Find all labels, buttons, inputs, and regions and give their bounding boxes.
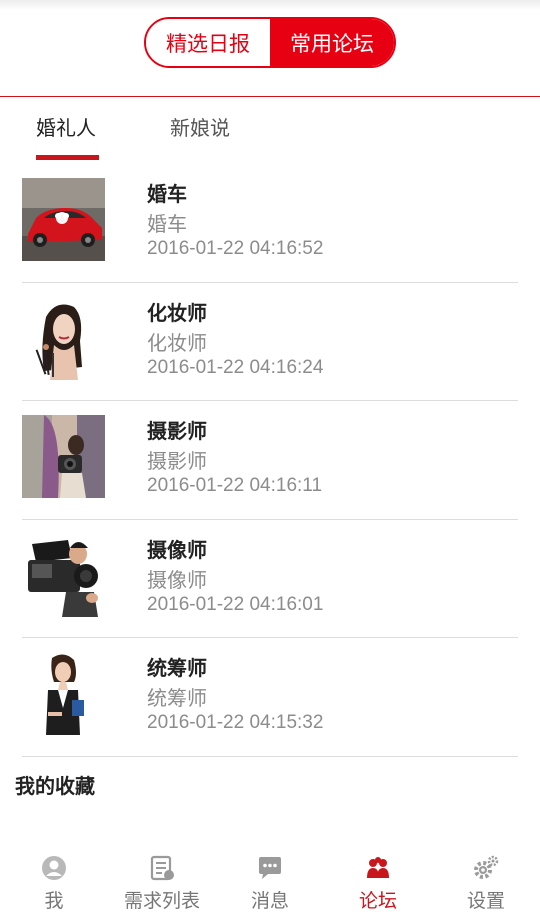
coordinator-thumbnail (22, 652, 105, 735)
nav-label-requirements: 需求列表 (123, 890, 200, 912)
item-title: 摄影师 (147, 419, 207, 443)
user-icon (42, 856, 66, 880)
bottom-nav: 我 需求列表 消息 论坛 设置 (0, 846, 540, 924)
item-subtitle: 摄影师 (147, 449, 207, 473)
nav-label-me: 我 (44, 890, 64, 912)
photographer-thumbnail (22, 415, 105, 498)
item-subtitle: 婚车 (147, 212, 187, 236)
tab-bride-says[interactable]: 新娘说 (170, 112, 230, 141)
segmented-control: 精选日报 常用论坛 (144, 17, 396, 68)
forum-icon (367, 857, 389, 878)
item-timestamp: 2016-01-22 04:15:32 (147, 712, 324, 733)
forum-list: 婚车 婚车 2016-01-22 04:16:52 化妆师 化妆师 2016-0… (0, 164, 540, 757)
item-timestamp: 2016-01-22 04:16:01 (147, 593, 324, 615)
item-timestamp: 2016-01-22 04:16:24 (147, 356, 324, 378)
wedding-car-thumbnail (22, 178, 105, 261)
item-title: 化妆师 (147, 300, 207, 325)
list-item[interactable]: 摄影师 摄影师 2016-01-22 04:16:11 (0, 401, 540, 520)
videographer-thumbnail (22, 533, 105, 617)
nav-label-settings: 设置 (466, 890, 505, 912)
list-item[interactable]: 摄像师 摄像师 2016-01-22 04:16:01 (0, 520, 540, 638)
list-item[interactable]: 统筹师 统筹师 2016-01-22 04:15:32 (0, 638, 540, 757)
item-subtitle: 摄像师 (147, 567, 207, 592)
item-timestamp: 2016-01-22 04:16:11 (147, 475, 323, 496)
item-title: 婚车 (147, 182, 187, 206)
nav-label-messages: 消息 (250, 890, 289, 912)
message-icon (259, 857, 281, 879)
segment-common-forums[interactable]: 常用论坛 (270, 19, 394, 66)
top-header: 精选日报 常用论坛 (0, 0, 540, 97)
favorites-heading: 我的收藏 (15, 774, 95, 798)
active-tab-indicator (36, 155, 99, 160)
divider (22, 755, 518, 757)
nav-label-forum: 论坛 (358, 890, 397, 912)
item-subtitle: 统筹师 (147, 686, 207, 710)
nav-item-messages[interactable]: 消息 (216, 846, 324, 924)
nav-item-me[interactable]: 我 (0, 846, 108, 924)
item-title: 摄像师 (147, 537, 207, 562)
list-item[interactable]: 化妆师 化妆师 2016-01-22 04:16:24 (0, 283, 540, 401)
item-title: 统筹师 (147, 656, 207, 680)
sub-tabs: 婚礼人 新娘说 (0, 98, 540, 164)
nav-item-forum[interactable]: 论坛 (324, 846, 432, 924)
list-item[interactable]: 婚车 婚车 2016-01-22 04:16:52 (0, 164, 540, 283)
item-subtitle: 化妆师 (147, 330, 207, 355)
makeup-artist-thumbnail (22, 296, 105, 380)
item-timestamp: 2016-01-22 04:16:52 (147, 238, 324, 259)
list-icon (150, 855, 174, 881)
segment-daily-picks[interactable]: 精选日报 (146, 19, 270, 66)
nav-item-settings[interactable]: 设置 (432, 846, 540, 924)
nav-item-requirements[interactable]: 需求列表 (108, 846, 216, 924)
tab-wedding-people[interactable]: 婚礼人 (36, 112, 96, 141)
settings-gear-icon (474, 855, 499, 879)
